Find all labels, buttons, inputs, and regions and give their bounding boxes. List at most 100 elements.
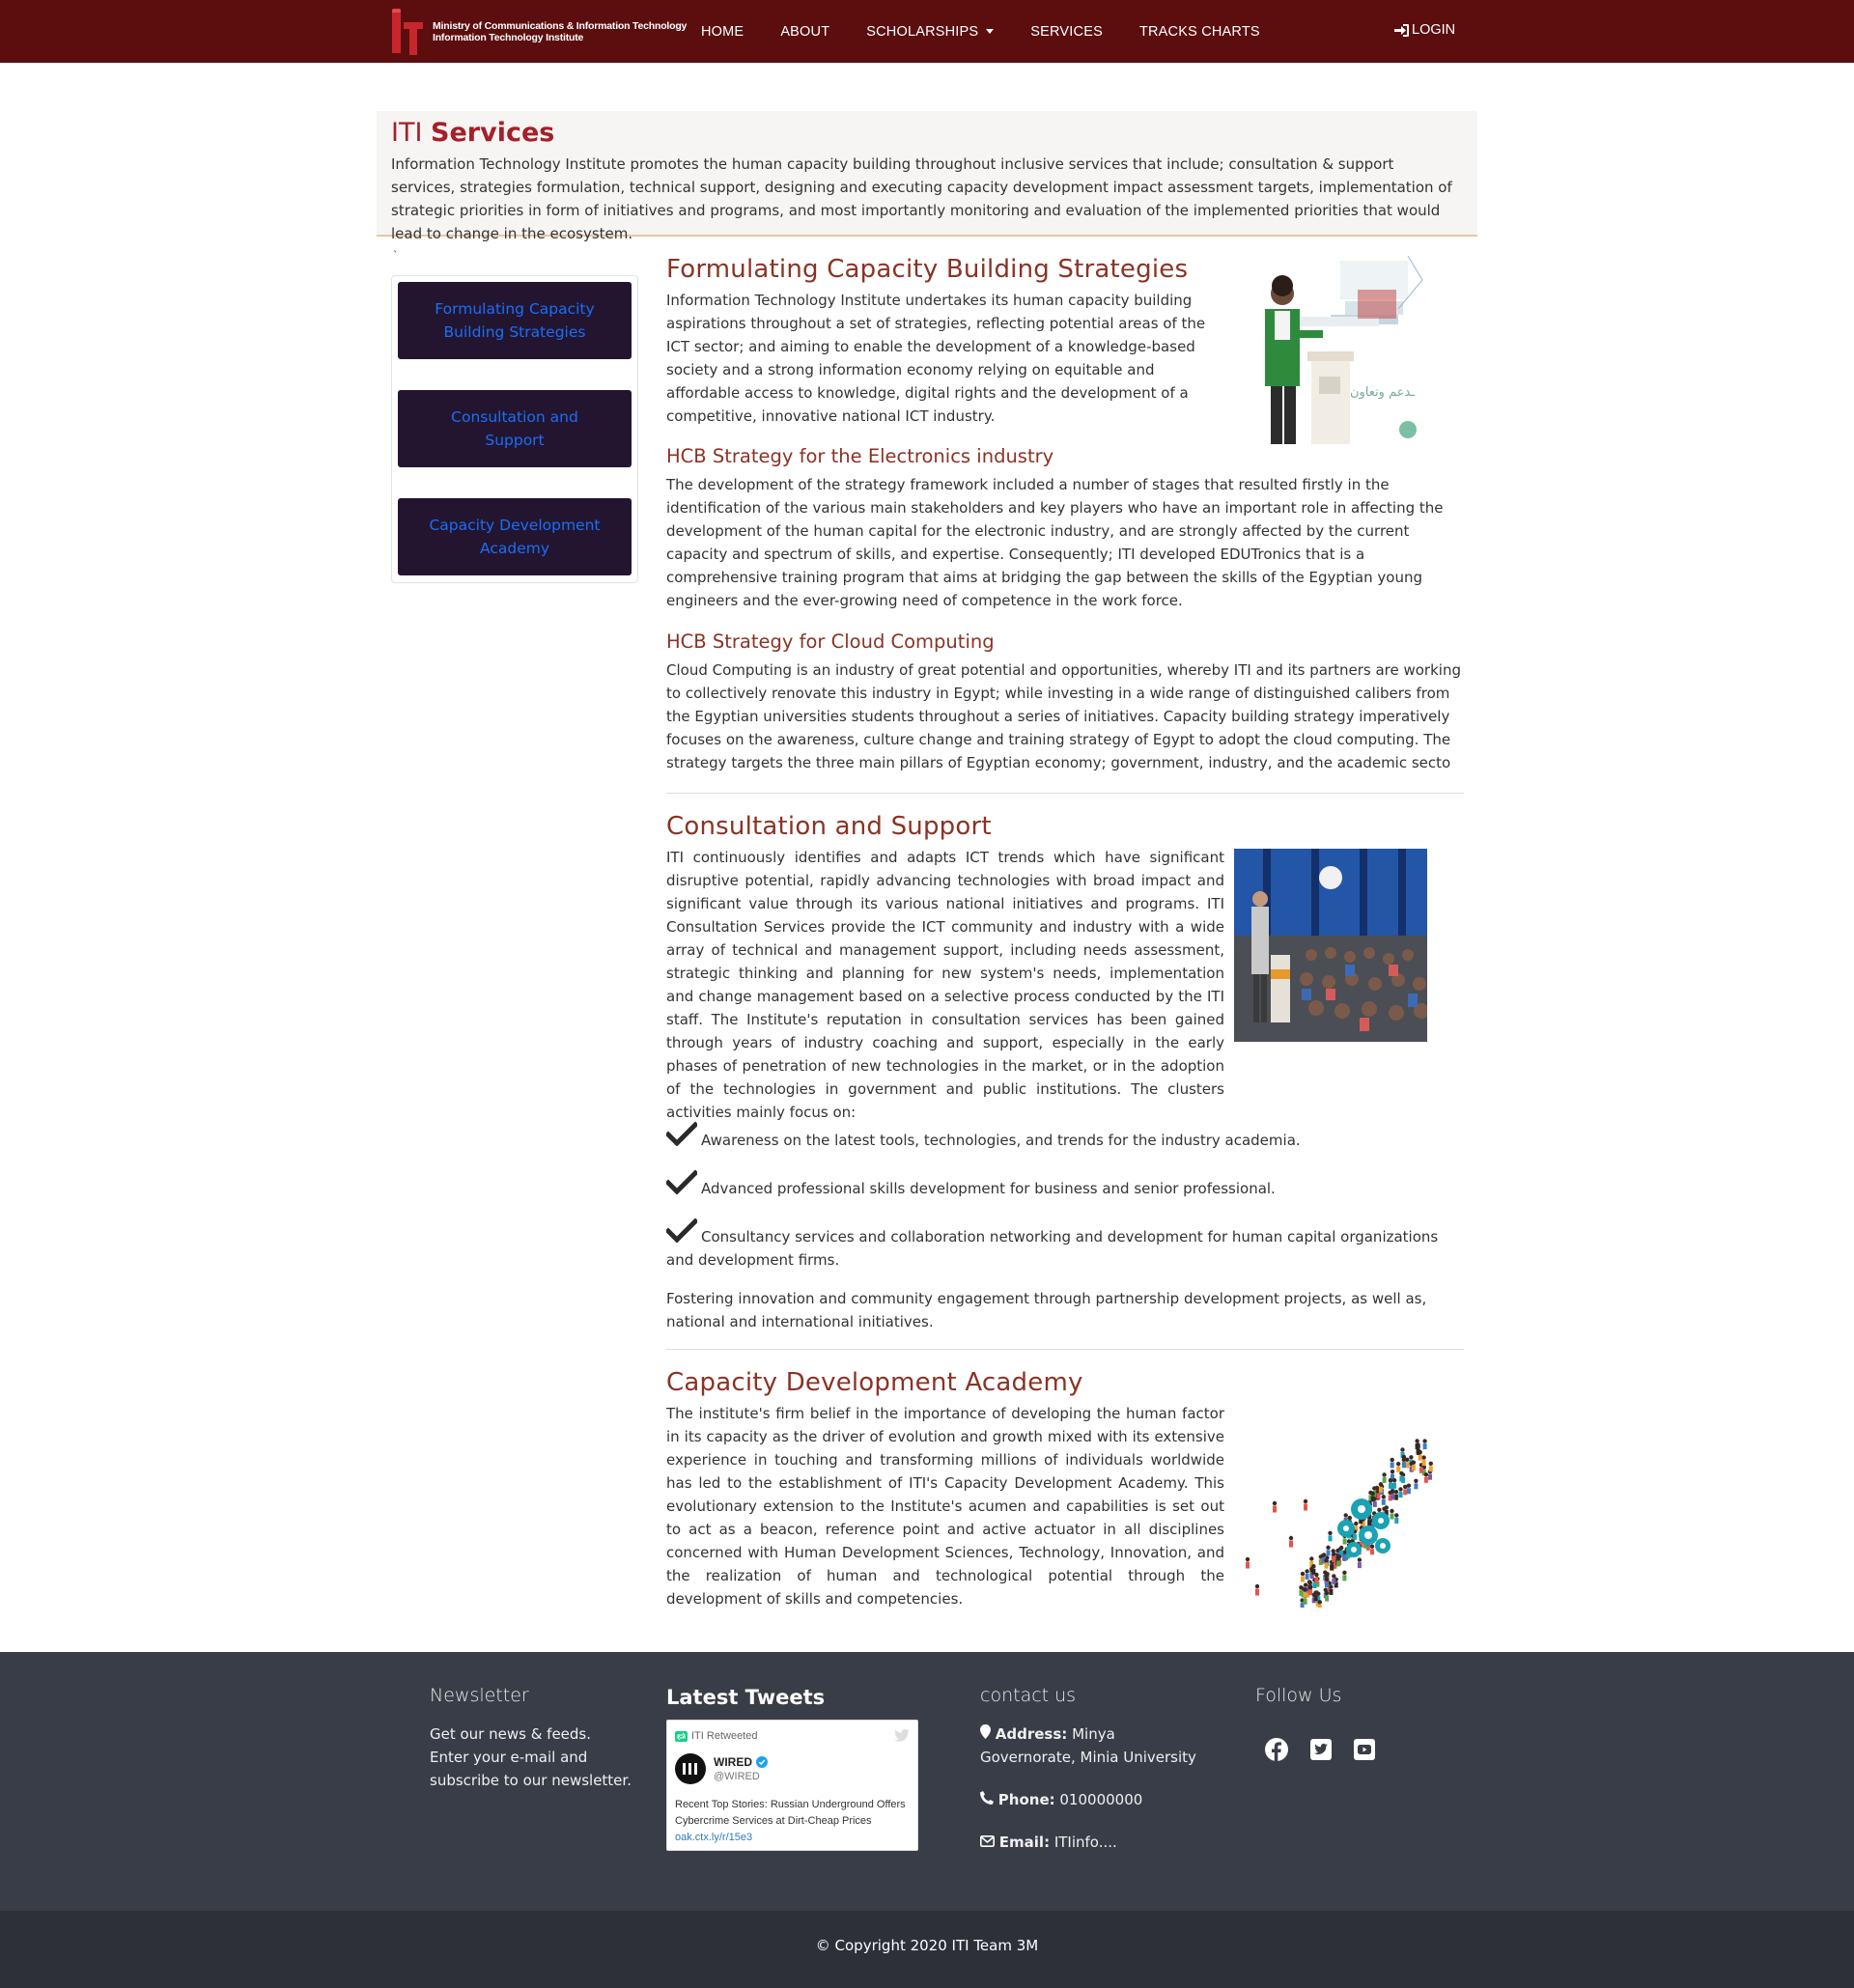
crowd-person-body [1381, 1498, 1386, 1505]
crowd-person-head [1317, 1600, 1322, 1605]
page-title-services: Services [431, 118, 555, 148]
tweet-text: Recent Top Stories: Russian Underground … [675, 1799, 906, 1827]
crowd-person-head [1303, 1498, 1308, 1504]
intro-text: Information Technology Institute promote… [391, 155, 1452, 242]
email-label: Email: [998, 1834, 1051, 1851]
crowd-person-head [1335, 1555, 1341, 1561]
crowd-person-body [1301, 1576, 1305, 1582]
crowd-person-head [1399, 1470, 1404, 1476]
nav-home[interactable]: HOME [701, 24, 744, 40]
login-button[interactable]: LOGIN [1394, 22, 1455, 38]
crowd-person-head [1288, 1535, 1294, 1541]
crowd-person-body [1336, 1560, 1341, 1567]
crowd-person-body [1406, 1488, 1411, 1495]
top-navbar: Ministry of Communications & Information… [0, 0, 1854, 63]
crowd-person-head [1390, 1489, 1395, 1494]
crowd-person-head [1329, 1584, 1334, 1589]
crowd-person-body [1423, 1476, 1428, 1483]
tweet-link[interactable]: oak.ctx.ly/r/15e3 [675, 1832, 752, 1843]
crowd-person-head [1415, 1439, 1419, 1443]
section-divider [666, 793, 1464, 794]
crowd-person-body [1403, 1489, 1408, 1496]
footer-follow: Follow Us [1255, 1682, 1341, 1709]
sidebar-item-consultation[interactable]: Consultation and Support [398, 390, 632, 467]
crowd-person-head [1300, 1571, 1306, 1577]
crowd-person-body [1421, 1460, 1426, 1467]
crowd-person-head [1391, 1478, 1397, 1483]
academy-section: Capacity Development Academy The institu… [666, 1365, 1224, 1610]
speaker-illustration: ـدعم وتعاون [1234, 251, 1427, 444]
crowd-person-body [1401, 1462, 1406, 1469]
check-item-1: Awareness on the latest tools, technolog… [666, 1121, 1464, 1152]
tweets-title: Latest Tweets [666, 1686, 826, 1709]
crowd-person-head [1326, 1545, 1331, 1550]
check-item-text: Advanced professional skills development… [701, 1180, 1276, 1197]
academy-title: Capacity Development Academy [666, 1368, 1083, 1397]
check-item-3: Consultancy services and collaboration n… [666, 1218, 1447, 1272]
tweet-card[interactable]: ITI Retweeted WIRED @WIRED Recent Top St… [666, 1720, 918, 1851]
crowd-person-body [1342, 1575, 1347, 1582]
twitter-link[interactable] [1306, 1735, 1335, 1764]
sidebar-item-academy[interactable]: Capacity Development Academy [398, 498, 632, 575]
crowd-person-body [1325, 1595, 1330, 1602]
crowd-person-body [1392, 1482, 1397, 1489]
sidebar-item-formulating[interactable]: Formulating Capacity Building Strategies [398, 282, 632, 359]
crowd-person-body [1317, 1604, 1322, 1608]
crowd-person-body [1411, 1465, 1416, 1471]
crowd-person-head [1403, 1484, 1408, 1490]
crowd-person-head [1339, 1545, 1344, 1551]
crowd-person-head [1422, 1439, 1427, 1443]
crowd-person-head [1396, 1462, 1401, 1467]
crowd-person-head [1378, 1482, 1384, 1487]
contact-email: Email: ITIinfo.... [980, 1831, 1202, 1854]
checkmark-icon [666, 1169, 697, 1194]
crowd-person-head [1305, 1569, 1309, 1574]
crowd-person-head [1321, 1553, 1327, 1557]
nav-tracks-charts[interactable]: TRACKS CHARTS [1139, 24, 1260, 40]
crowd-person-body [1370, 1549, 1374, 1555]
crowd-person-body [1352, 1533, 1357, 1540]
nav-about[interactable]: ABOUT [780, 24, 829, 40]
crowd-person-body [1390, 1494, 1394, 1500]
services-sidebar: Formulating Capacity Building Strategies… [391, 275, 638, 583]
check-item-text: Consultancy services and collaboration n… [666, 1228, 1439, 1269]
nav-scholarships[interactable]: SCHOLARSHIPS [866, 24, 995, 40]
brand-line-1: Ministry of Communications & Information… [433, 20, 688, 32]
tweet-body: Recent Top Stories: Russian Underground … [675, 1797, 912, 1846]
crowd-person-head [1400, 1447, 1405, 1452]
crowd-person-body [1382, 1476, 1387, 1483]
crowd-person-body [1332, 1578, 1336, 1584]
check-item-2: Advanced professional skills development… [666, 1169, 1464, 1200]
crowd-person-body [1398, 1492, 1403, 1498]
crowd-person-head [1382, 1472, 1387, 1477]
crowd-person-head [1347, 1515, 1352, 1521]
audience-photo [1234, 849, 1427, 1042]
newsletter-text: Get our news & feeds. Enter your e-mail … [430, 1725, 632, 1789]
tweet-author: WIRED @WIRED [714, 1755, 768, 1782]
footer-contact: contact us Address: Minya Governorate, M… [980, 1682, 1202, 1854]
audience-illustration [1234, 849, 1427, 1042]
nav-services[interactable]: SERVICES [1030, 24, 1103, 40]
crowd-person-body [1393, 1494, 1398, 1500]
crowd-person-head [1343, 1513, 1348, 1518]
crowd-person-body [1273, 1505, 1277, 1513]
crowd-person-head [1324, 1557, 1329, 1563]
chevron-down-icon [986, 29, 995, 34]
crowd-person-body [1324, 1562, 1329, 1569]
brand-text: Ministry of Communications & Information… [433, 20, 687, 43]
crowd-person-head [1328, 1530, 1333, 1535]
brand-logo-link[interactable]: Ministry of Communications & Information… [390, 8, 687, 56]
footer-tweets: Latest Tweets [666, 1684, 825, 1711]
crowd-person-body [1372, 1500, 1377, 1507]
crowd-person-body [1389, 1482, 1392, 1489]
envelope-icon [980, 1835, 995, 1847]
main-nav: HOME ABOUT SCHOLARSHIPS SERVICES TRACKS … [701, 0, 1297, 63]
crowd-person-body [1416, 1448, 1420, 1455]
hcb-cloud-title: HCB Strategy for Cloud Computing [666, 630, 995, 653]
youtube-link[interactable] [1350, 1735, 1379, 1764]
check-item-text: Awareness on the latest tools, technolog… [701, 1132, 1301, 1149]
contact-phone: Phone: 010000000 [980, 1788, 1202, 1811]
crowd-person-head [1254, 1583, 1260, 1589]
crowd-person-body [1303, 1598, 1307, 1605]
facebook-link[interactable] [1262, 1735, 1291, 1764]
